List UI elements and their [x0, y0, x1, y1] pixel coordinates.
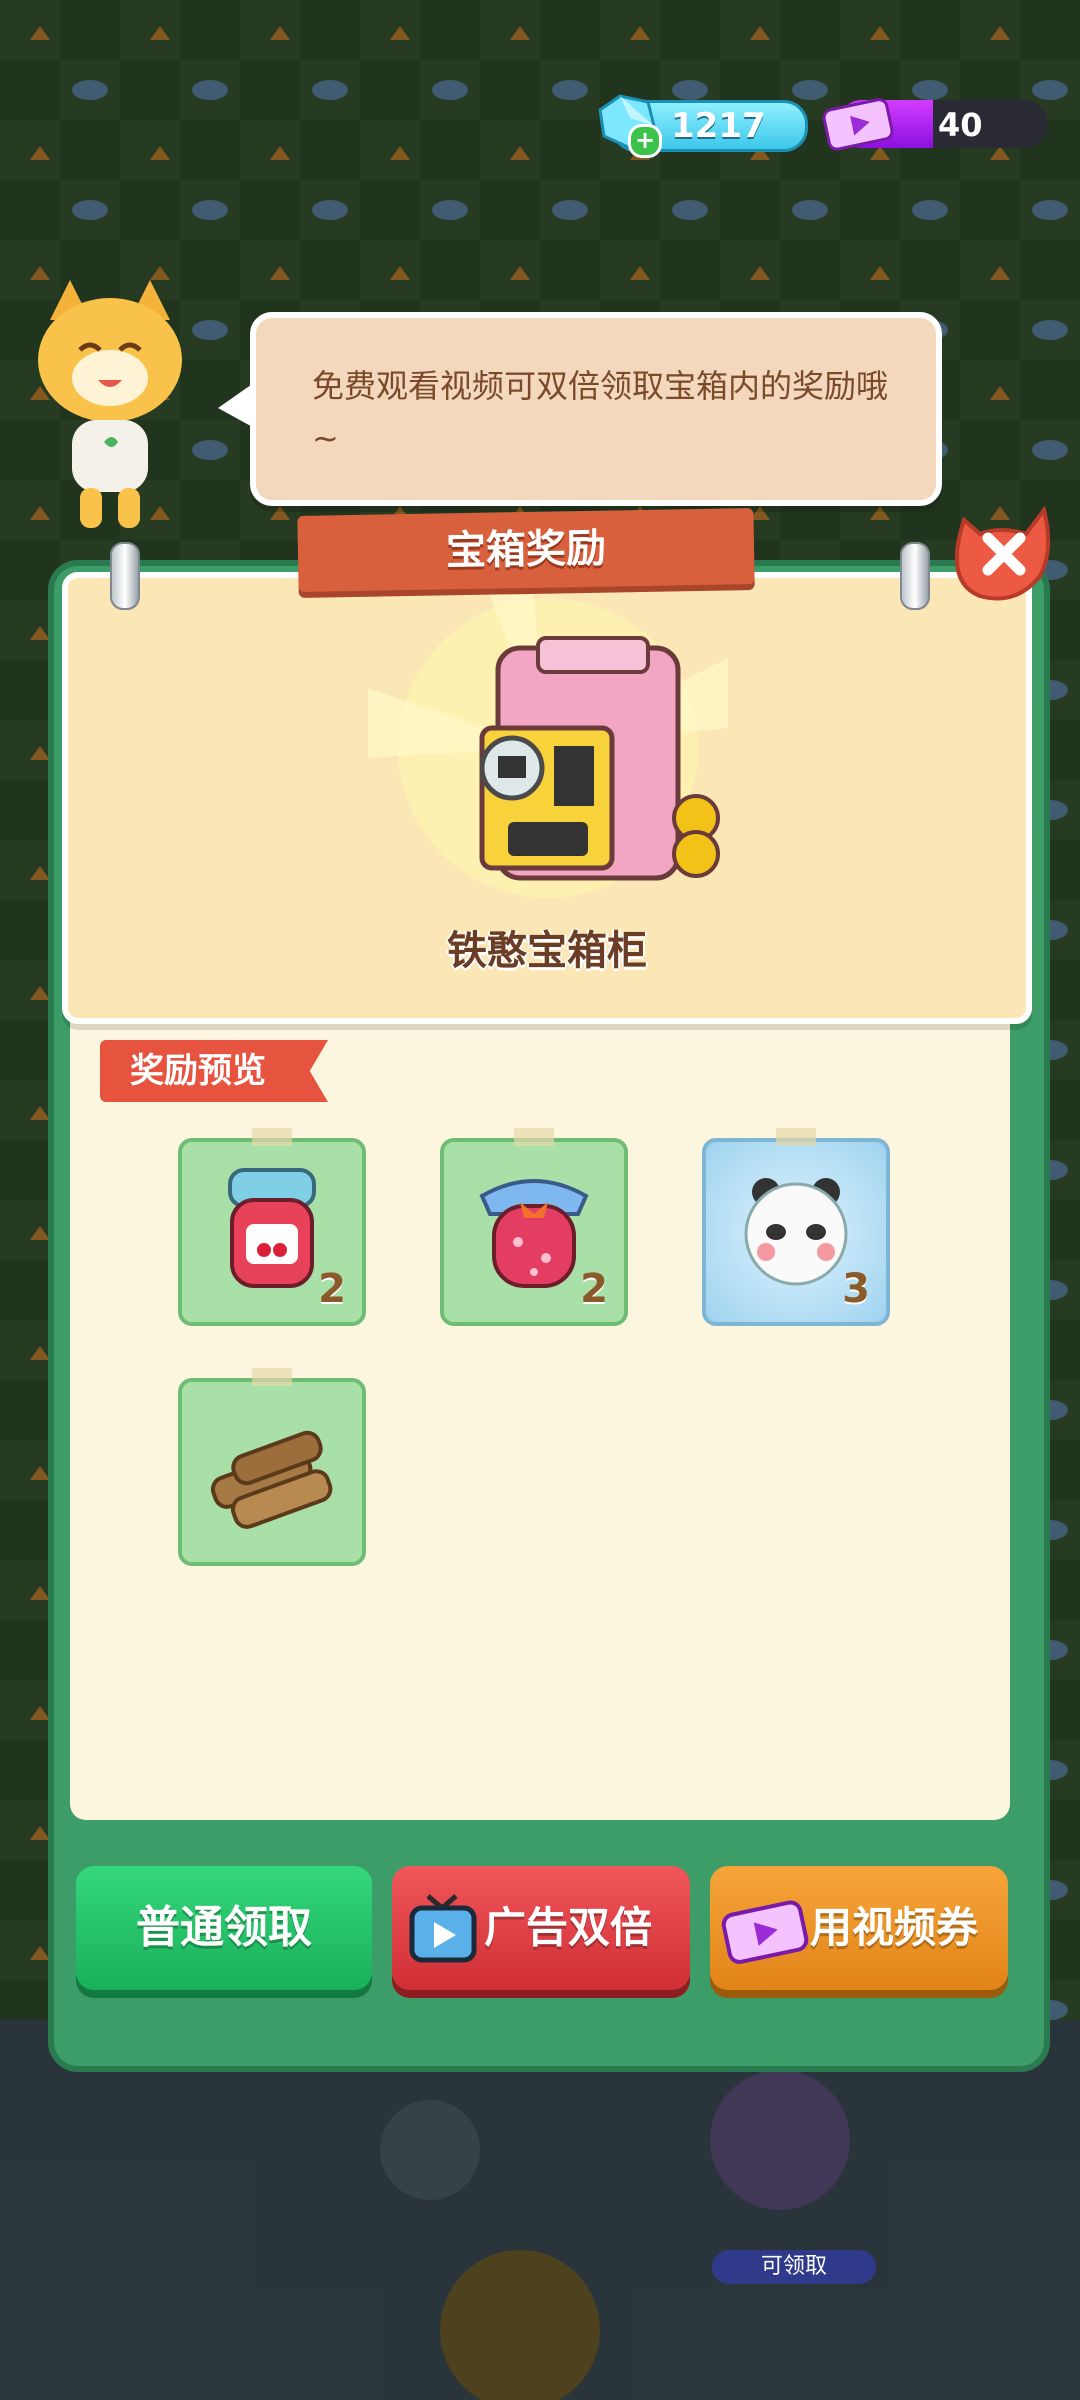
normal-claim-button[interactable]: 普通领取 — [76, 1866, 372, 1990]
normal-claim-label: 普通领取 — [136, 1902, 312, 1953]
panel-pin-left — [110, 542, 140, 610]
reward-item[interactable]: 3 — [702, 1128, 890, 1326]
ad-double-label: 广告双倍 — [484, 1903, 653, 1952]
chest-card: 铁憨宝箱柜 — [62, 572, 1032, 1024]
video-ticket-icon — [721, 1900, 809, 1964]
panel-pin-right — [900, 542, 930, 610]
reward-item[interactable] — [178, 1368, 366, 1566]
video-ticket-icon — [822, 98, 894, 151]
add-gems-plus-icon[interactable]: + — [628, 124, 662, 158]
use-video-ticket-label: 用视频券 — [810, 1903, 979, 1952]
gem-count: 1217 — [671, 106, 766, 146]
speech-bubble: 免费观看视频可双倍领取宝箱内的奖励哦~ — [250, 312, 942, 506]
reward-qty: 3 — [842, 1266, 870, 1312]
reward-preview-label: 奖励预览 — [130, 1051, 266, 1091]
reward-item[interactable]: 2 — [178, 1128, 366, 1326]
panel-title: 宝箱奖励 — [445, 525, 607, 575]
reward-qty: 2 — [580, 1266, 608, 1312]
ticket-count: 40 — [938, 106, 983, 144]
reward-preview-tag: 奖励预览 — [100, 1040, 328, 1102]
claimable-chip: 可领取 — [712, 2250, 876, 2284]
tv-play-icon — [409, 1894, 477, 1963]
speech-text: 免费观看视频可双倍领取宝箱内的奖励哦~ — [312, 367, 889, 457]
reward-item[interactable]: 2 — [440, 1128, 628, 1326]
chest-name: 铁憨宝箱柜 — [447, 928, 647, 974]
close-button[interactable] — [950, 500, 1060, 604]
panel-title-ribbon: 宝箱奖励 — [297, 508, 755, 592]
iron-chest-cabinet-icon — [479, 636, 720, 881]
reward-qty: 2 — [318, 1266, 346, 1312]
wood-logs-icon — [210, 1430, 333, 1529]
cat-mascot — [38, 280, 182, 528]
